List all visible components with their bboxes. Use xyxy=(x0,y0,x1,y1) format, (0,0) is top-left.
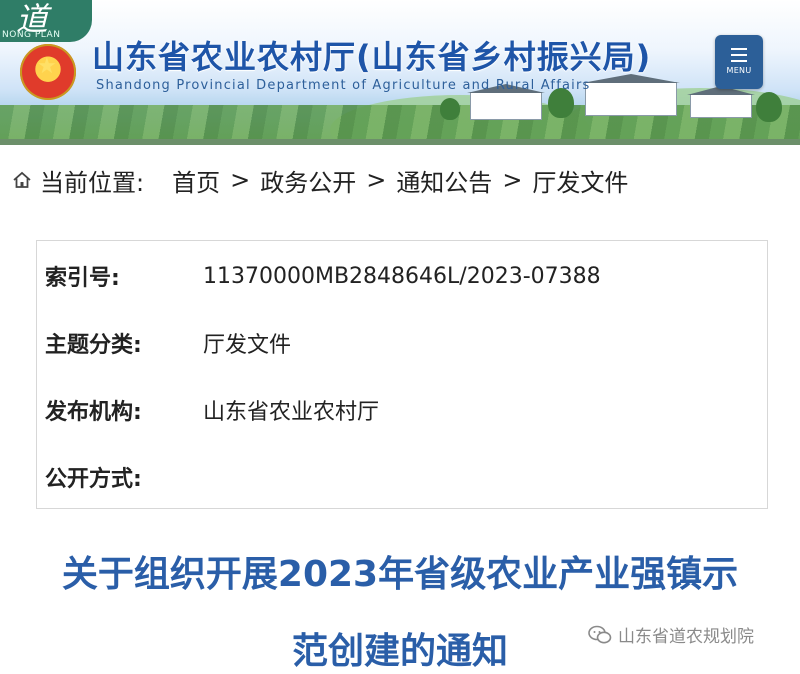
breadcrumb-notices-link[interactable]: 通知公告 xyxy=(396,163,492,198)
breadcrumb-government-affairs-link[interactable]: 政务公开 xyxy=(260,163,356,198)
breadcrumb: 当前位置: 首页 > 政务公开 > 通知公告 > 厅发文件 xyxy=(0,145,800,215)
home-icon[interactable] xyxy=(12,170,32,190)
wechat-watermark: 山东省道农规划院 xyxy=(588,622,754,647)
metadata-value: 山东省农业农村厅 xyxy=(203,400,380,425)
metadata-label: 发布机构: xyxy=(45,400,142,425)
corner-logo-text: NONG PLAN xyxy=(2,30,61,40)
breadcrumb-home-link[interactable]: 首页 xyxy=(172,163,220,198)
hamburger-icon xyxy=(731,48,747,66)
document-metadata-box: 索引号: 11370000MB2848646L/2023-07388 主题分类:… xyxy=(36,240,768,509)
metadata-label: 索引号: xyxy=(45,266,120,291)
article-title-line-1: 关于组织开展2023年省级农业产业强镇示 xyxy=(61,554,739,595)
national-emblem-icon: ★ xyxy=(20,44,76,100)
metadata-label: 公开方式: xyxy=(45,467,142,492)
banner-building xyxy=(585,82,677,116)
banner-building xyxy=(690,94,752,118)
metadata-value: 11370000MB2848646L/2023-07388 xyxy=(203,263,601,289)
banner-building xyxy=(470,92,542,120)
metadata-value: 厅发文件 xyxy=(203,333,292,358)
site-subtitle: Shandong Provincial Department of Agricu… xyxy=(96,78,591,93)
corner-logo: 道 NONG PLAN xyxy=(0,0,92,42)
menu-label: MENU xyxy=(726,66,752,75)
breadcrumb-separator: > xyxy=(366,166,387,194)
menu-button[interactable]: MENU xyxy=(715,35,763,89)
metadata-label: 主题分类: xyxy=(45,333,142,358)
watermark-text: 山东省道农规划院 xyxy=(618,627,754,647)
breadcrumb-separator: > xyxy=(230,166,251,194)
breadcrumb-department-documents-link[interactable]: 厅发文件 xyxy=(532,163,628,198)
breadcrumb-separator: > xyxy=(502,166,523,194)
banner-tree xyxy=(756,92,782,122)
banner-tree xyxy=(440,98,460,120)
site-title[interactable]: 山东省农业农村厅(山东省乡村振兴局) xyxy=(92,32,651,78)
wechat-icon xyxy=(588,625,612,643)
star-icon: ★ xyxy=(37,54,57,79)
breadcrumb-prefix: 当前位置: xyxy=(40,168,145,197)
header-banner: 道 NONG PLAN ★ 山东省农业农村厅(山东省乡村振兴局) Shandon… xyxy=(0,0,800,145)
